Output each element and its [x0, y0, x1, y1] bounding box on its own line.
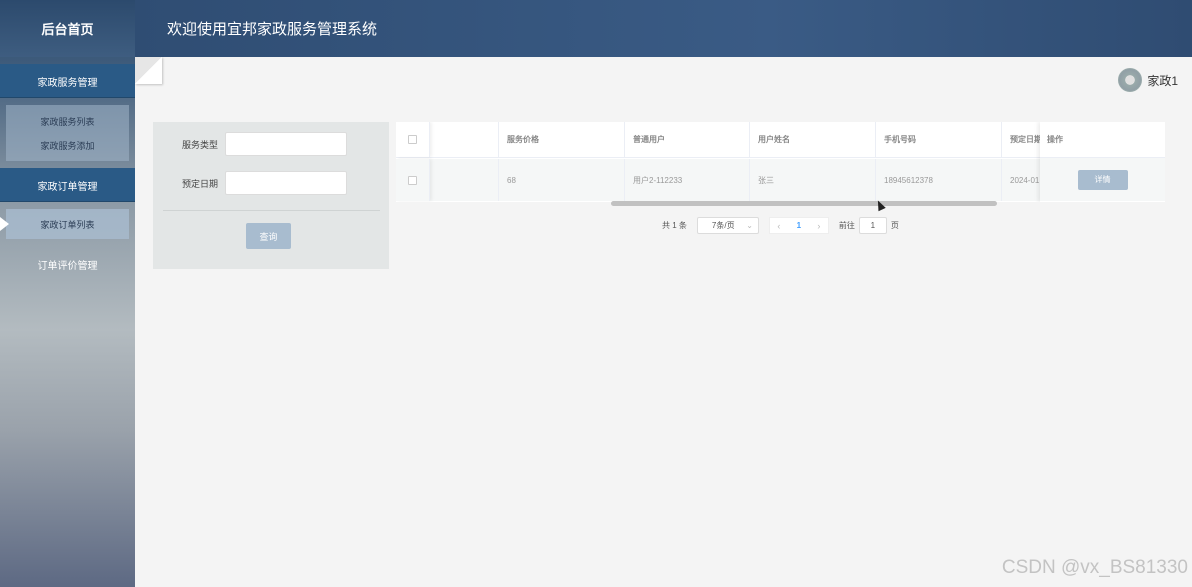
- action-cell: 详情: [1040, 158, 1165, 201]
- search-panel: 服务类型 预定日期 查询: [153, 122, 389, 269]
- query-button[interactable]: 查询: [246, 223, 291, 249]
- column-header-action: 操作: [1040, 122, 1165, 158]
- divider: [163, 210, 380, 211]
- sidebar-item-service-list[interactable]: 家政服务列表: [6, 109, 129, 133]
- sidebar-group-review[interactable]: 订单评价管理: [0, 247, 135, 281]
- service-type-label: 服务类型: [181, 139, 218, 150]
- sidebar-item-order-list-label: 家政订单列表: [40, 219, 95, 230]
- page-size-select[interactable]: 7条/页 ⌄: [696, 217, 759, 234]
- row-cell-price: 68: [499, 159, 625, 201]
- row-cell-hidden: [430, 159, 499, 201]
- page-jumper: 前往 1 页: [839, 217, 899, 234]
- goto-page-input[interactable]: 1: [858, 217, 887, 234]
- prev-page-icon[interactable]: ‹: [770, 221, 788, 231]
- next-page-icon[interactable]: ›: [810, 221, 828, 231]
- service-type-input[interactable]: [225, 132, 347, 156]
- sidebar-submenu-service: 家政服务列表 家政服务添加: [6, 105, 129, 161]
- sidebar: 后台首页 家政服务管理 家政服务列表 家政服务添加 家政订单管理 家政订单列表 …: [0, 0, 135, 587]
- page-navigator: ‹ 1 ›: [768, 217, 829, 234]
- row-cell-date: 2024-01: [1010, 175, 1040, 185]
- current-page-button[interactable]: 1: [788, 221, 810, 230]
- page-suffix: 页: [890, 221, 899, 230]
- top-header: 欢迎使用宜邦家政服务管理系统: [135, 0, 1192, 57]
- user-menu[interactable]: 家政1: [1118, 68, 1178, 92]
- page-fold-icon: [135, 57, 162, 84]
- sidebar-group-order[interactable]: 家政订单管理: [0, 168, 135, 202]
- column-header-hidden: [430, 122, 499, 157]
- column-header-name[interactable]: 用户姓名: [750, 122, 876, 157]
- page-title: 欢迎使用宜邦家政服务管理系统: [167, 21, 378, 38]
- row-checkbox[interactable]: [408, 175, 417, 185]
- goto-label: 前往: [838, 221, 855, 230]
- select-all-checkbox[interactable]: [408, 135, 417, 144]
- column-header-price[interactable]: 服务价格: [499, 122, 625, 157]
- row-select-cell: [396, 159, 430, 201]
- sidebar-item-order-list[interactable]: 家政订单列表: [0, 209, 129, 239]
- row-cell-phone: 18945612378: [876, 159, 1002, 201]
- reserve-date-row: 预定日期: [153, 171, 347, 195]
- pagination: 共 1 条 7条/页 ⌄ ‹ 1 › 前往 1 页: [662, 217, 899, 234]
- row-cell-user: 用户2-112233: [625, 159, 750, 201]
- sidebar-home-link[interactable]: 后台首页: [0, 0, 135, 57]
- order-table: 服务价格 普通用户 用户姓名 手机号码 预定日期 68 用户2-112233 张…: [396, 122, 1165, 202]
- sidebar-item-service-add[interactable]: 家政服务添加: [6, 133, 129, 157]
- active-arrow-icon: [0, 217, 9, 231]
- detail-button[interactable]: 详情: [1077, 169, 1128, 190]
- reserve-date-label: 预定日期: [181, 178, 218, 189]
- page-size-value: 7条/页: [711, 221, 735, 230]
- service-type-row: 服务类型: [153, 132, 347, 156]
- row-cell-name: 张三: [750, 159, 876, 201]
- total-count: 共 1 条: [662, 221, 687, 230]
- horizontal-scrollbar[interactable]: [611, 201, 997, 206]
- user-name: 家政1: [1147, 73, 1178, 88]
- watermark: CSDN @vx_BS81330: [1001, 557, 1188, 578]
- reserve-date-input[interactable]: [225, 171, 347, 195]
- sidebar-group-service[interactable]: 家政服务管理: [0, 64, 135, 98]
- action-column: 操作 详情: [1040, 122, 1165, 202]
- select-all-cell: [396, 122, 430, 157]
- avatar-icon: [1118, 68, 1143, 92]
- column-header-date[interactable]: 预定日期: [1002, 122, 1042, 157]
- column-header-user[interactable]: 普通用户: [625, 122, 750, 157]
- column-header-phone[interactable]: 手机号码: [876, 122, 1002, 157]
- chevron-down-icon: ⌄: [746, 221, 753, 230]
